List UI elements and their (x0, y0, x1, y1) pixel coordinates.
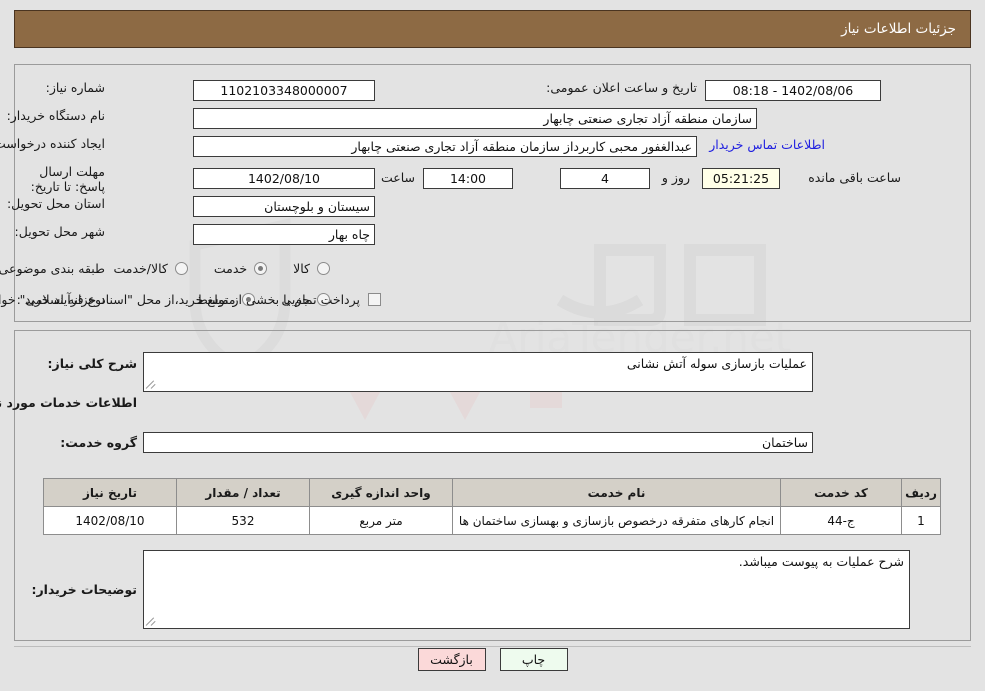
cell-qty: 532 (176, 506, 310, 535)
cell-code: ج-44 (780, 506, 902, 535)
category-option-khedmat[interactable]: خدمت (213, 261, 268, 276)
deadline-date-field[interactable]: 1402/08/10 (193, 168, 375, 189)
category-label-row: طبقه بندی موضوعی: (0, 261, 105, 276)
category-option-kala-label: کالا (293, 261, 310, 276)
services-heading-row: اطلاعات خدمات مورد نیاز (0, 395, 137, 410)
general-desc-textarea[interactable]: عملیات بازسازی سوله آتش نشانی (143, 352, 813, 392)
table-header-row: ردیف کد خدمت نام خدمت واحد اندازه گیری ت… (43, 478, 941, 507)
print-button[interactable]: چاپ (499, 648, 568, 671)
days-label-row: روز و (662, 170, 690, 185)
bottom-separator (14, 646, 971, 647)
buyer-notes-label-row: توضیحات خریدار: (31, 582, 137, 597)
request-creator-field[interactable]: عبدالغفور محبی کاربرداز سازمان منطقه آزا… (193, 136, 697, 157)
deadline-time-field[interactable]: 14:00 (423, 168, 513, 189)
deadline-label-row: مهلت ارسال پاسخ: تا تاریخ: (15, 164, 105, 194)
general-desc-label-row: شرح کلی نیاز: (48, 356, 137, 371)
page-title-bar: جزئیات اطلاعات نیاز (14, 10, 971, 48)
checkbox-treasury-bonds[interactable] (368, 293, 381, 306)
service-group-field[interactable]: ساختمان (143, 432, 813, 453)
page-title: جزئیات اطلاعات نیاز (841, 21, 956, 37)
province-field[interactable]: سیستان و بلوچستان (193, 196, 375, 217)
need-number-field[interactable]: 1102103348000007 (193, 80, 375, 101)
cell-date: 1402/08/10 (43, 506, 177, 535)
category-option-kala-khedmat-label: کالا/خدمت (113, 261, 168, 276)
col-qty: تعداد / مقدار (176, 478, 310, 507)
buyer-notes-textarea[interactable]: شرح عملیات به پیوست میباشد. (143, 550, 910, 629)
cell-unit: متر مربع (309, 506, 453, 535)
request-creator-label: ایجاد کننده درخواست: (0, 136, 105, 151)
need-number-label-row: شماره نیاز: (46, 80, 105, 95)
services-heading: اطلاعات خدمات مورد نیاز (0, 395, 137, 410)
table-row: 1 ج-44 انجام کارهای متفرقه درخصوص بازساز… (43, 506, 941, 535)
back-button[interactable]: بازگشت (417, 648, 486, 671)
deadline-hour-label-row: ساعت (381, 170, 415, 185)
need-details-page: AriaTender.net جزئیات اطلاعات نیاز شماره… (0, 0, 985, 691)
province-label-row: استان محل تحویل: (7, 196, 105, 211)
action-button-bar: چاپ بازگشت (0, 648, 985, 671)
category-options: کالا خدمت کالا/خدمت (113, 261, 330, 276)
category-option-khedmat-label: خدمت (213, 261, 248, 276)
col-date: تاریخ نیاز (43, 478, 177, 507)
deadline-label: مهلت ارسال پاسخ: تا تاریخ: (30, 164, 105, 194)
countdown-label: ساعت باقی مانده (808, 170, 901, 185)
treasury-bonds-option: پرداخت تمام یا بخشی از مبلغ خرید،از محل … (0, 292, 381, 307)
treasury-bonds-label: پرداخت تمام یا بخشی از مبلغ خرید،از محل … (0, 292, 360, 307)
remaining-days-label: روز و (661, 170, 690, 185)
cell-index: 1 (901, 506, 941, 535)
buyer-org-field[interactable]: سازمان منطقه آزاد تجاری صنعتی چابهار (193, 108, 757, 129)
service-group-label: گروه خدمت: (60, 435, 137, 450)
radio-kala[interactable] (317, 262, 330, 275)
deadline-hour-label: ساعت (380, 170, 415, 185)
contact-link-row: اطلاعات تماس خریدار (709, 137, 825, 152)
buyer-notes-value: شرح عملیات به پیوست میباشد. (738, 554, 904, 569)
service-group-label-row: گروه خدمت: (60, 435, 137, 450)
buyer-notes-label: توضیحات خریدار: (31, 582, 137, 597)
services-table: ردیف کد خدمت نام خدمت واحد اندازه گیری ت… (43, 478, 941, 535)
category-option-kala[interactable]: کالا (293, 261, 330, 276)
remaining-days-field[interactable]: 4 (560, 168, 650, 189)
city-label-row: شهر محل تحویل: (15, 224, 105, 239)
countdown-field: 05:21:25 (702, 168, 780, 189)
need-number-label: شماره نیاز: (45, 80, 105, 95)
col-index: ردیف (901, 478, 941, 507)
resize-grip-icon[interactable] (145, 378, 158, 390)
radio-kala-khedmat[interactable] (174, 262, 188, 275)
col-name: نام خدمت (452, 478, 781, 507)
general-desc-label: شرح کلی نیاز: (47, 356, 137, 371)
buyer-contact-link[interactable]: اطلاعات تماس خریدار (709, 137, 825, 152)
announce-datetime-field[interactable]: 1402/08/06 - 08:18 (705, 80, 881, 101)
radio-khedmat[interactable] (254, 262, 268, 275)
city-label: شهر محل تحویل: (14, 224, 105, 239)
category-label: طبقه بندی موضوعی: (0, 261, 105, 276)
buyer-org-label-row: نام دستگاه خریدار: (7, 108, 105, 123)
announce-datetime-label-row: تاریخ و ساعت اعلان عمومی: (546, 80, 697, 95)
resize-grip-icon-2[interactable] (145, 615, 158, 627)
category-option-kala-khedmat[interactable]: کالا/خدمت (113, 261, 188, 276)
cell-name: انجام کارهای متفرقه درخصوص بازسازی و بهس… (452, 506, 781, 535)
buyer-org-label: نام دستگاه خریدار: (6, 108, 105, 123)
top-info-panel (14, 64, 971, 322)
announce-datetime-label: تاریخ و ساعت اعلان عمومی: (546, 80, 697, 95)
city-field[interactable]: چاه بهار (193, 224, 375, 245)
province-label: استان محل تحویل: (6, 196, 105, 211)
countdown-label-row: ساعت باقی مانده (808, 170, 901, 185)
request-creator-label-row: ایجاد کننده درخواست: (0, 136, 105, 151)
col-code: کد خدمت (780, 478, 902, 507)
general-desc-value: عملیات بازسازی سوله آتش نشانی (626, 356, 807, 371)
col-unit: واحد اندازه گیری (309, 478, 453, 507)
